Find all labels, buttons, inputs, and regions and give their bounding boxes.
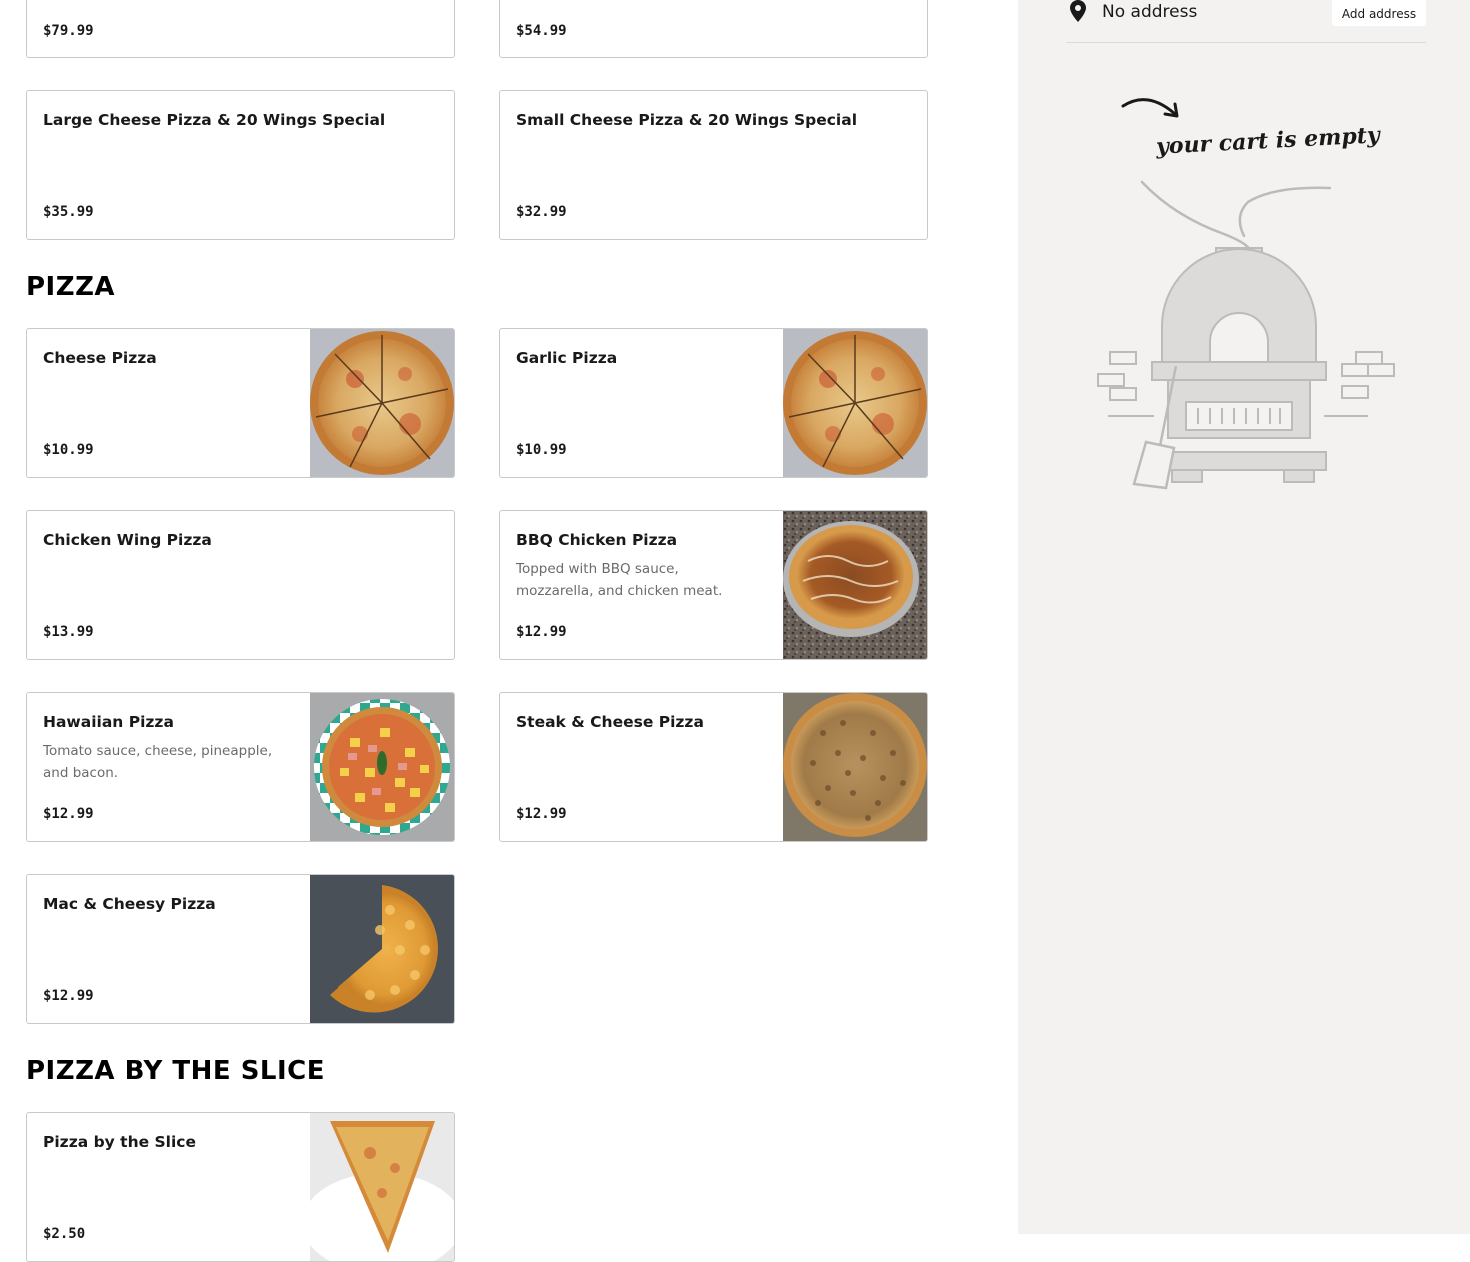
menu-item-image	[310, 329, 454, 477]
menu-item-name: Pizza by the Slice	[43, 1133, 197, 1151]
menu-item-name: Garlic Pizza	[516, 349, 618, 367]
address-text: No address	[1102, 2, 1198, 22]
section-title-pizza-by-the-slice: PIZZA BY THE SLICE	[26, 1056, 325, 1086]
menu-item-card-cheese-pizza[interactable]: Cheese Pizza $10.99	[26, 328, 455, 478]
add-address-button[interactable]: Add address	[1332, 0, 1426, 26]
menu-item-price: $32.99	[516, 204, 567, 220]
section-title-pizza: PIZZA	[26, 272, 116, 302]
menu-item-price: $12.99	[43, 988, 94, 1004]
arrow-icon	[1121, 98, 1179, 118]
menu-item-card[interactable]: $54.99	[499, 0, 928, 58]
menu-item-price: $54.99	[516, 23, 567, 39]
cart-sidebar: No address Add address your cart is empt…	[1018, 0, 1470, 1234]
menu-item-price: $35.99	[43, 204, 94, 220]
menu-item-price: $2.50	[43, 1226, 86, 1242]
menu-item-price: $12.99	[516, 624, 567, 640]
menu-item-price: $10.99	[516, 442, 567, 458]
menu-item-price: $13.99	[43, 624, 94, 640]
menu-item-name: Mac & Cheesy Pizza	[43, 895, 216, 913]
location-pin-icon	[1070, 0, 1086, 22]
pizza-oven-illustration	[1097, 180, 1395, 490]
menu-item-name: Steak & Cheese Pizza	[516, 713, 704, 731]
menu-item-name: BBQ Chicken Pizza	[516, 531, 678, 549]
menu-item-card[interactable]: Small Cheese Pizza & 20 Wings Special $3…	[499, 90, 928, 240]
menu-item-name: Small Cheese Pizza & 20 Wings Special	[516, 111, 858, 129]
menu-item-card-hawaiian-pizza[interactable]: Hawaiian Pizza Tomato sauce, cheese, pin…	[26, 692, 455, 842]
menu-item-name: Chicken Wing Pizza	[43, 531, 212, 549]
menu-item-image	[783, 693, 927, 841]
menu-item-card-chicken-wing-pizza[interactable]: Chicken Wing Pizza $13.99	[26, 510, 455, 660]
menu-item-image	[783, 329, 927, 477]
delivery-address-row: No address Add address	[1066, 0, 1426, 43]
menu-item-price: $79.99	[43, 23, 94, 39]
menu-item-card[interactable]: $79.99	[26, 0, 455, 58]
menu-item-card[interactable]: Large Cheese Pizza & 20 Wings Special $3…	[26, 90, 455, 240]
menu-item-image	[783, 511, 927, 659]
menu-item-card-pizza-by-the-slice[interactable]: Pizza by the Slice $2.50	[26, 1112, 455, 1262]
menu-item-card-bbq-chicken-pizza[interactable]: BBQ Chicken Pizza Topped with BBQ sauce,…	[499, 510, 928, 660]
menu-item-card-mac-cheesy-pizza[interactable]: Mac & Cheesy Pizza $12.99	[26, 874, 455, 1024]
menu-item-image	[310, 875, 454, 1023]
menu-item-price: $12.99	[43, 806, 94, 822]
menu-item-name: Cheese Pizza	[43, 349, 157, 367]
menu-item-price: $10.99	[43, 442, 94, 458]
menu-item-name: Large Cheese Pizza & 20 Wings Special	[43, 111, 386, 129]
menu-item-image	[310, 693, 454, 841]
empty-cart-text: your cart is empty	[1155, 122, 1381, 160]
menu-item-description: Topped with BBQ sauce, mozzarella, and c…	[516, 561, 723, 599]
menu-item-card-garlic-pizza[interactable]: Garlic Pizza $10.99	[499, 328, 928, 478]
menu-item-price: $12.99	[516, 806, 567, 822]
menu-item-name: Hawaiian Pizza	[43, 713, 174, 731]
menu-item-image	[310, 1113, 454, 1261]
menu-item-card-steak-cheese-pizza[interactable]: Steak & Cheese Pizza $12.99	[499, 692, 928, 842]
menu-item-description: Tomato sauce, cheese, pineapple, and bac…	[43, 743, 273, 781]
